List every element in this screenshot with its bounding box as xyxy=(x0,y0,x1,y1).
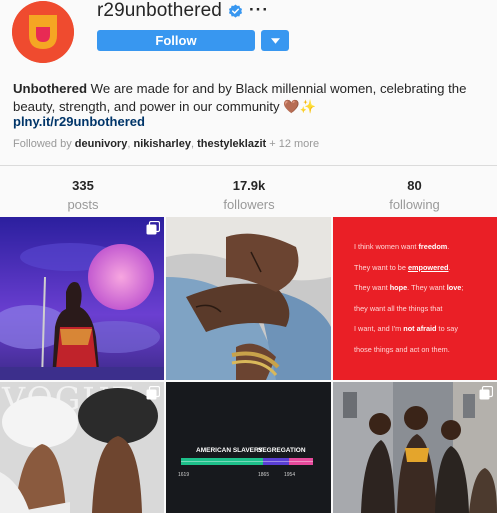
quote-line: they want all the things that xyxy=(354,303,443,313)
followed-by-user[interactable]: nikisharley xyxy=(133,138,190,150)
post-image-warrior xyxy=(0,217,164,380)
profile-stats: 335 posts 17.9k followers 80 following xyxy=(0,178,497,212)
stat-value: 17.9k xyxy=(232,178,266,193)
stat-followers[interactable]: 17.9k followers xyxy=(166,178,332,212)
quote-line: They want to be empowered. xyxy=(354,262,451,272)
verified-badge-icon xyxy=(228,4,243,18)
multiple-posts-icon xyxy=(146,221,160,235)
post-tile[interactable] xyxy=(166,217,331,380)
multiple-posts-icon xyxy=(146,386,160,400)
post-image-street-style xyxy=(333,382,497,513)
stat-value: 80 xyxy=(407,178,422,193)
profile-avatar[interactable] xyxy=(12,1,74,63)
stat-posts: 335 posts xyxy=(0,178,166,212)
timeline-label-2: SEGREGATION xyxy=(258,447,306,454)
timeline-year: 1954 xyxy=(284,472,295,478)
bio-name: Unbothered xyxy=(13,81,87,96)
post-image-tattoo-hands xyxy=(166,217,331,380)
stat-value: 335 xyxy=(72,178,94,193)
follow-button[interactable]: Follow xyxy=(97,30,255,51)
divider xyxy=(0,165,497,166)
stat-label: following xyxy=(389,197,440,212)
profile-username: r29unbothered xyxy=(97,0,222,21)
stat-label: followers xyxy=(223,197,275,212)
post-tile[interactable]: AMERICAN SLAVERY SEGREGATION 1619 1865 1… xyxy=(166,382,331,513)
multiple-posts-icon xyxy=(479,386,493,400)
timeline-year: 1619 xyxy=(178,472,189,478)
post-tile[interactable]: VOGUE xyxy=(0,382,164,513)
profile-bio: Unbothered We are made for and by Black … xyxy=(13,80,483,116)
post-image-timeline: AMERICAN SLAVERY SEGREGATION 1619 1865 1… xyxy=(166,382,331,513)
followed-by-more[interactable]: + 12 more xyxy=(266,138,319,150)
timeline-year: 1865 xyxy=(258,472,269,478)
quote-line: They want hope. They want love; xyxy=(354,283,464,292)
more-options-icon[interactable]: ··· xyxy=(249,0,269,20)
quote-line: those things and act on them. xyxy=(354,344,450,354)
stat-following[interactable]: 80 following xyxy=(332,178,497,212)
post-tile[interactable] xyxy=(0,217,164,380)
followed-by-user[interactable]: deunivory xyxy=(75,138,128,150)
followed-by-user[interactable]: thestyleklazit xyxy=(197,138,266,150)
timeline-label-1: AMERICAN SLAVERY xyxy=(196,447,263,454)
quote-line: I think women want freedom. xyxy=(354,242,450,251)
bio-emoji: 🤎✨ xyxy=(283,99,317,114)
caret-down-icon xyxy=(270,37,280,44)
suggested-dropdown-button[interactable] xyxy=(261,30,289,51)
bio-link[interactable]: plny.it/r29unbothered xyxy=(13,114,145,129)
post-tile[interactable] xyxy=(333,382,497,513)
post-quote: I think women want freedom. They want to… xyxy=(354,237,490,360)
post-image-vogue-cover: VOGUE xyxy=(0,382,164,513)
followed-by: Followed by deunivory, nikisharley, thes… xyxy=(13,138,320,150)
stat-label: posts xyxy=(67,197,99,212)
quote-line: I want, and I'm not afraid to say xyxy=(354,324,459,333)
unbothered-logo-icon xyxy=(12,1,74,63)
